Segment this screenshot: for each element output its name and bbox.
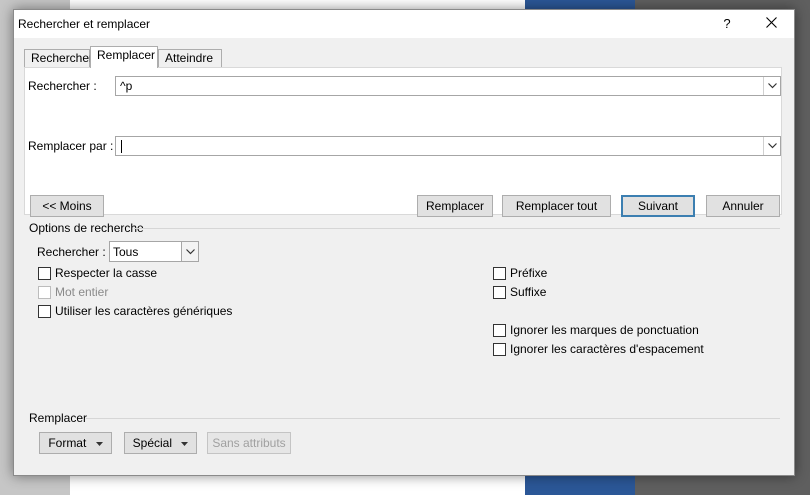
dialog-title: Rechercher et remplacer: [18, 17, 151, 31]
text-caret: [121, 140, 122, 153]
checkbox-label: Ignorer les marques de ponctuation: [510, 323, 699, 337]
checkbox-label: Mot entier: [55, 285, 109, 299]
next-button[interactable]: Suivant: [621, 195, 695, 217]
find-dropdown-button[interactable]: [763, 77, 780, 95]
tab-remplacer[interactable]: Remplacer: [90, 46, 158, 68]
replace-dropdown-button[interactable]: [763, 137, 780, 155]
checkbox-box: [493, 267, 506, 280]
no-attributes-button[interactable]: Sans attributs: [207, 432, 291, 454]
options-separator: [134, 228, 780, 229]
checkbox-box: [493, 343, 506, 356]
tab-panel: Rechercher : ^p Remplacer par :: [24, 67, 782, 215]
tab-rechercher[interactable]: Rechercher: [24, 49, 94, 67]
replace-separator: [86, 418, 780, 419]
checkbox-box: [38, 267, 51, 280]
search-direction-select[interactable]: Tous: [109, 241, 199, 262]
replace-button[interactable]: Remplacer: [417, 195, 493, 217]
close-icon: [765, 17, 777, 28]
search-direction-value: Tous: [113, 245, 139, 259]
close-button[interactable]: [756, 12, 786, 34]
chevron-down-icon: [768, 143, 777, 149]
checkbox-box: [493, 324, 506, 337]
find-label: Rechercher :: [28, 79, 97, 93]
checkbox-box: [38, 305, 51, 318]
format-button-label: Format: [48, 436, 87, 450]
chevron-down-icon: [186, 249, 195, 255]
help-button[interactable]: ?: [716, 14, 738, 34]
replace-label: Remplacer par :: [28, 139, 114, 153]
tab-rechercher-label: Rechercher: [31, 51, 94, 65]
search-options-title: Options de recherche: [29, 221, 144, 235]
special-button[interactable]: Spécial: [124, 432, 197, 454]
checkbox-box: [493, 286, 506, 299]
find-input[interactable]: ^p: [115, 76, 781, 96]
format-button[interactable]: Format: [39, 432, 112, 454]
replace-section-title: Remplacer: [29, 411, 88, 425]
dropdown-arrow-icon: [181, 441, 189, 446]
find-replace-dialog: Rechercher et remplacer ? Rechercher Rem…: [13, 9, 795, 476]
search-direction-dropdown[interactable]: [181, 242, 198, 261]
dropdown-arrow-icon: [95, 441, 103, 446]
search-direction-label: Rechercher :: [37, 245, 106, 259]
replace-all-button[interactable]: Remplacer tout: [502, 195, 611, 217]
tab-atteindre[interactable]: Atteindre: [158, 49, 222, 67]
checkbox-label: Ignorer les caractères d'espacement: [510, 342, 704, 356]
dialog-body: Rechercher Remplacer Atteindre Recherche…: [14, 38, 794, 475]
tab-atteindre-label: Atteindre: [165, 51, 214, 65]
cancel-button[interactable]: Annuler: [706, 195, 780, 217]
checkbox-label: Respecter la casse: [55, 266, 158, 280]
checkbox-box: [38, 286, 51, 299]
checkbox-label: Utiliser les caractères génériques: [55, 304, 233, 318]
less-button[interactable]: << Moins: [30, 195, 104, 217]
checkbox-label: Préfixe: [510, 266, 548, 280]
special-button-label: Spécial: [132, 436, 172, 450]
checkbox-label: Suffixe: [510, 285, 547, 299]
replace-input[interactable]: [115, 136, 781, 156]
title-bar: Rechercher et remplacer ?: [14, 10, 794, 38]
tab-remplacer-label: Remplacer: [97, 48, 156, 62]
find-input-value: ^p: [120, 79, 133, 93]
chevron-down-icon: [768, 83, 777, 89]
